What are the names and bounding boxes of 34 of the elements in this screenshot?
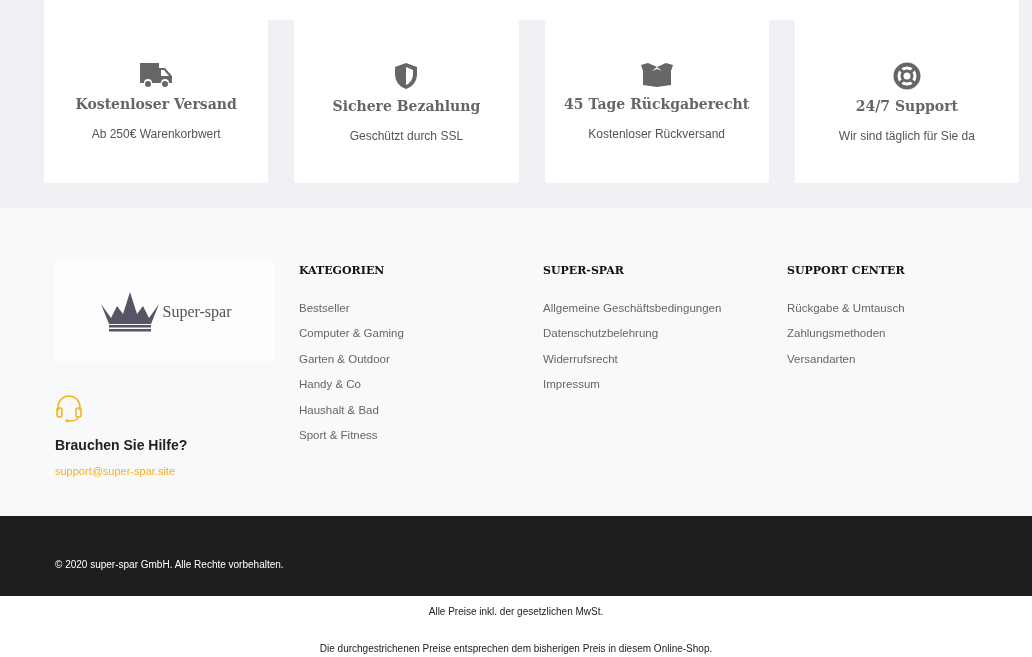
footer-link[interactable]: Garten & Outdoor xyxy=(299,350,543,367)
feature-subtitle: Wir sind täglich für Sie da xyxy=(838,128,975,145)
column-heading: SUPER-SPAR xyxy=(543,263,625,279)
box-icon xyxy=(639,62,674,88)
footer-link[interactable]: Widerrufsrecht xyxy=(543,350,787,367)
footer-link[interactable]: Versandarten xyxy=(787,350,1007,367)
footer-link[interactable]: Allgemeine Geschäftsbedingungen xyxy=(543,299,787,316)
footer-link[interactable]: Rückgabe & Umtausch xyxy=(787,299,1007,316)
notice-text: Die durchgestrichenen Preise entsprechen dem bisherigen Preis in diesem Online-Shop. xyxy=(318,642,714,656)
copyright-text: © 2020 super-spar GmbH. Alle Rechte vorbehalten. xyxy=(55,559,284,570)
feature-title: 24/7 Support xyxy=(855,97,958,116)
feature-subtitle: Ab 250€ Warenkorbwert xyxy=(91,126,221,143)
footer-link[interactable]: Datenschutzbelehrung xyxy=(543,325,787,342)
logo-text: Super-spar xyxy=(162,301,232,323)
feature-subtitle: Kostenloser Rückversand xyxy=(588,126,725,143)
footer-link[interactable]: Sport & Fitness xyxy=(299,427,543,444)
lifebuoy-icon xyxy=(892,62,921,90)
feature-title: Kostenloser Versand xyxy=(75,95,237,114)
footer-link[interactable]: Haushalt & Bad xyxy=(299,401,543,418)
feature-subtitle: Geschützt durch SSL xyxy=(349,128,464,145)
feature-title: 45 Tage Rückgaberecht xyxy=(564,95,750,114)
footer-link[interactable]: Computer & Gaming xyxy=(299,325,543,342)
notice-text: Alle Preise inkl. der gesetzlichen MwSt. xyxy=(427,605,605,619)
truck-icon xyxy=(139,62,174,88)
shield-icon xyxy=(393,62,420,90)
footer-link[interactable]: Impressum xyxy=(543,376,787,393)
logo[interactable]: Super-spar xyxy=(55,261,275,362)
help-heading: Brauchen Sie Hilfe? xyxy=(55,436,189,455)
column-heading: KATEGORIEN xyxy=(299,263,386,279)
footer-link[interactable]: Handy & Co xyxy=(299,376,543,393)
column-heading: SUPPORT CENTER xyxy=(787,263,906,279)
footer-link[interactable]: Zahlungsmethoden xyxy=(787,325,1007,342)
footer-link[interactable]: Bestseller xyxy=(299,299,543,316)
feature-title: Sichere Bezahlung xyxy=(332,97,481,116)
